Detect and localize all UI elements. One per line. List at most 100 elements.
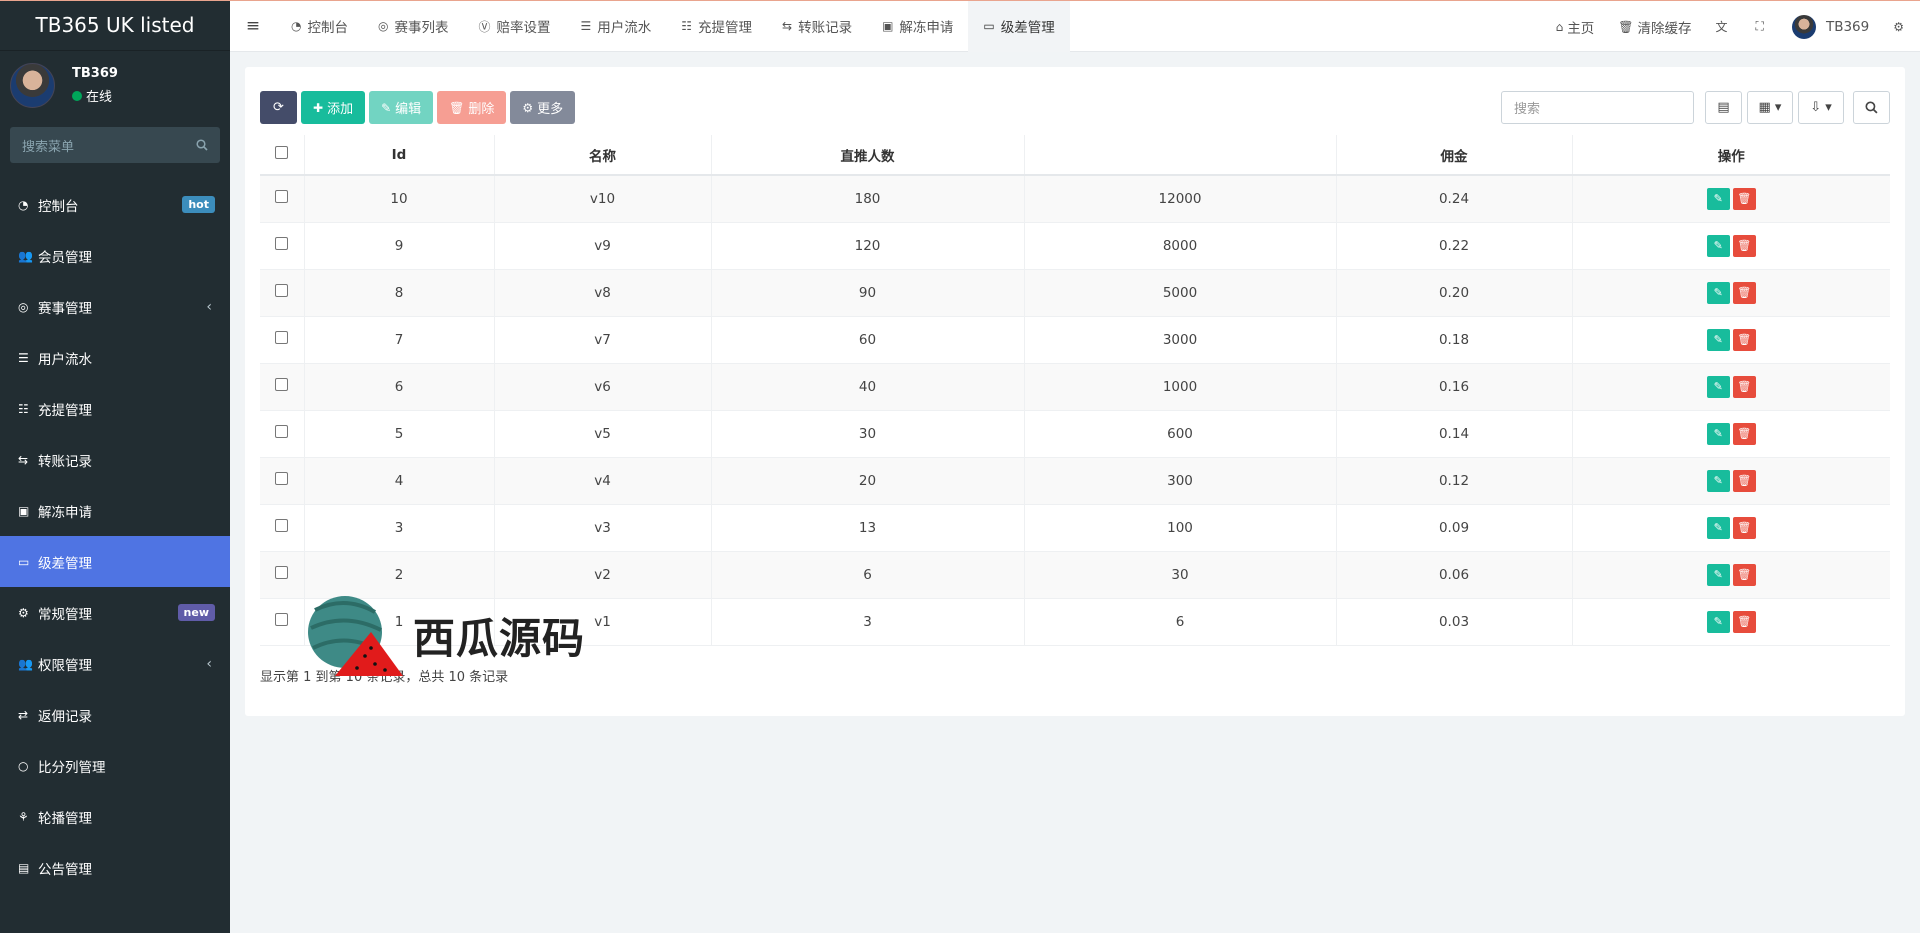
table-row[interactable]: 4 v4 20 300 0.12 ✎ 🗑	[260, 457, 1890, 505]
sidebar-item-label: 权限管理	[38, 657, 92, 674]
select-all-checkbox[interactable]	[275, 146, 289, 159]
sidebar-item[interactable]: ▤ 公告管理	[0, 842, 230, 893]
table-row[interactable]: 7 v7 60 3000 0.18 ✎ 🗑	[260, 316, 1890, 364]
advanced-search-button[interactable]	[1853, 91, 1890, 124]
row-checkbox[interactable]	[275, 472, 289, 485]
row-delete-button[interactable]: 🗑	[1732, 187, 1756, 210]
row-checkbox[interactable]	[275, 190, 289, 204]
row-delete-button[interactable]: 🗑	[1732, 516, 1756, 539]
row-delete-button[interactable]: 🗑	[1732, 281, 1756, 304]
column-header-id[interactable]: Id	[304, 135, 495, 176]
row-edit-button[interactable]: ✎	[1706, 516, 1730, 539]
cell-amount: 3000	[1024, 316, 1337, 364]
more-button[interactable]: ⚙ 更多	[510, 91, 576, 124]
sidebar-item[interactable]: ☰ 用户流水	[0, 332, 230, 383]
edit-label: 编辑	[395, 102, 422, 117]
table-row[interactable]: 5 v5 30 600 0.14 ✎ 🗑	[260, 410, 1890, 458]
nav-tab[interactable]: ☷ 充提管理	[666, 1, 767, 52]
sidebar-item[interactable]: ◔ 控制台 hot	[0, 179, 230, 230]
toggle-view-button[interactable]: ▤	[1705, 91, 1742, 124]
nav-tab[interactable]: ▣ 解冻申请	[867, 1, 968, 52]
sidebar-item[interactable]: ▭ 级差管理	[0, 536, 230, 587]
row-edit-button[interactable]: ✎	[1706, 187, 1730, 210]
delete-button[interactable]: 🗑 删除	[437, 91, 507, 124]
sidebar-item[interactable]: ⇄ 返佣记录	[0, 689, 230, 740]
sidebar-item[interactable]: ⇆ 转账记录	[0, 434, 230, 485]
row-checkbox[interactable]	[275, 425, 289, 438]
clear-cache-button[interactable]: 🗑 清除缓存	[1606, 17, 1703, 37]
settings-button[interactable]: ⚙	[1881, 20, 1920, 34]
nav-tab-label: 充提管理	[698, 20, 753, 36]
refresh-button[interactable]: ⟳	[260, 91, 297, 124]
fullscreen-button[interactable]: ⛶	[1744, 19, 1780, 34]
cell-id: 3	[304, 504, 495, 552]
menu-search-input[interactable]: 搜索菜单	[10, 127, 220, 163]
table-row[interactable]: 9 v9 120 8000 0.22 ✎ 🗑	[260, 222, 1890, 270]
language-button[interactable]: 文	[1704, 18, 1744, 35]
table-row[interactable]: 10 v10 180 12000 0.24 ✎ 🗑	[260, 175, 1890, 223]
home-link[interactable]: ⌂ 主页	[1544, 17, 1607, 37]
column-header-direct[interactable]: 直推人数	[711, 135, 1025, 176]
sidebar-item-label: 返佣记录	[38, 708, 92, 725]
sidebar-item[interactable]: ☷ 充提管理	[0, 383, 230, 434]
sidebar-item[interactable]: 👥 会员管理	[0, 230, 230, 281]
sidebar-item[interactable]: ⚙ 常规管理 new	[0, 587, 230, 638]
cell-id: 4	[304, 457, 495, 505]
cell-direct: 40	[711, 363, 1025, 411]
edit-button[interactable]: ✎ 编辑	[369, 91, 434, 124]
row-checkbox[interactable]	[275, 284, 289, 297]
row-edit-button[interactable]: ✎	[1706, 422, 1730, 445]
row-edit-button[interactable]: ✎	[1706, 281, 1730, 304]
row-delete-button[interactable]: 🗑	[1732, 610, 1756, 633]
row-edit-button[interactable]: ✎	[1706, 469, 1730, 492]
nav-tab[interactable]: ☰ 用户流水	[565, 1, 666, 52]
row-checkbox[interactable]	[275, 613, 289, 626]
menu-toggle-icon[interactable]: ≡	[230, 16, 276, 36]
export-button[interactable]: ⇩ ▾	[1798, 91, 1844, 124]
trash-icon: 🗑	[1737, 474, 1752, 487]
row-edit-button[interactable]: ✎	[1706, 328, 1730, 351]
nav-tab[interactable]: ⇆ 转账记录	[767, 1, 867, 52]
nav-tab[interactable]: ◔ 控制台	[276, 1, 363, 52]
add-button[interactable]: ✚ 添加	[301, 91, 366, 124]
nav-tab[interactable]: Ⓥ 赔率设置	[463, 1, 565, 52]
row-delete-button[interactable]: 🗑	[1732, 422, 1756, 445]
sidebar-item[interactable]: ◎ 赛事管理 ‹	[0, 281, 230, 332]
sidebar-item[interactable]: 👥 权限管理 ‹	[0, 638, 230, 689]
row-delete-button[interactable]: 🗑	[1732, 234, 1756, 257]
row-checkbox[interactable]	[275, 519, 289, 532]
pencil-icon: ✎	[381, 100, 392, 115]
row-delete-button[interactable]: 🗑	[1732, 563, 1756, 586]
row-checkbox[interactable]	[275, 331, 289, 344]
columns-button[interactable]: ▦ ▾	[1747, 91, 1793, 124]
row-checkbox[interactable]	[275, 566, 289, 579]
app-logo[interactable]: TB365 UK listed	[0, 0, 230, 51]
user-menu[interactable]: TB369	[1780, 14, 1881, 39]
delete-label: 删除	[468, 102, 495, 117]
row-checkbox[interactable]	[275, 378, 289, 391]
nav-tab[interactable]: ◎ 赛事列表	[363, 1, 463, 52]
more-label: 更多	[537, 102, 564, 117]
nav-tab[interactable]: ▭ 级差管理	[968, 0, 1070, 52]
row-select-cell	[260, 457, 305, 505]
row-edit-button[interactable]: ✎	[1706, 234, 1730, 257]
row-edit-button[interactable]: ✎	[1706, 563, 1730, 586]
row-delete-button[interactable]: 🗑	[1732, 328, 1756, 351]
row-edit-button[interactable]: ✎	[1706, 375, 1730, 398]
table-row[interactable]: 3 v3 13 100 0.09 ✎ 🗑	[260, 504, 1890, 552]
sidebar-item[interactable]: ▣ 解冻申请	[0, 485, 230, 536]
data-table: Id 名称 直推人数 佣金 操作 10 v10 180 12000 0.24 ✎ 🗑 9 v9 1…	[260, 135, 1890, 646]
column-header-name[interactable]: 名称	[494, 135, 712, 176]
table-search-input[interactable]: 搜索	[1501, 91, 1694, 124]
row-delete-button[interactable]: 🗑	[1732, 375, 1756, 398]
table-row[interactable]: 6 v6 40 1000 0.16 ✎ 🗑	[260, 363, 1890, 411]
row-checkbox[interactable]	[275, 237, 289, 250]
table-row[interactable]: 8 v8 90 5000 0.20 ✎ 🗑	[260, 269, 1890, 317]
rebate-icon: ⇄	[18, 707, 29, 722]
row-delete-button[interactable]: 🗑	[1732, 469, 1756, 492]
sidebar-item[interactable]: ⚘ 轮播管理	[0, 791, 230, 842]
column-header-amount[interactable]	[1024, 135, 1337, 176]
sidebar-item[interactable]: ○ 比分列管理	[0, 740, 230, 791]
column-header-commission[interactable]: 佣金	[1336, 135, 1573, 176]
row-edit-button[interactable]: ✎	[1706, 610, 1730, 633]
